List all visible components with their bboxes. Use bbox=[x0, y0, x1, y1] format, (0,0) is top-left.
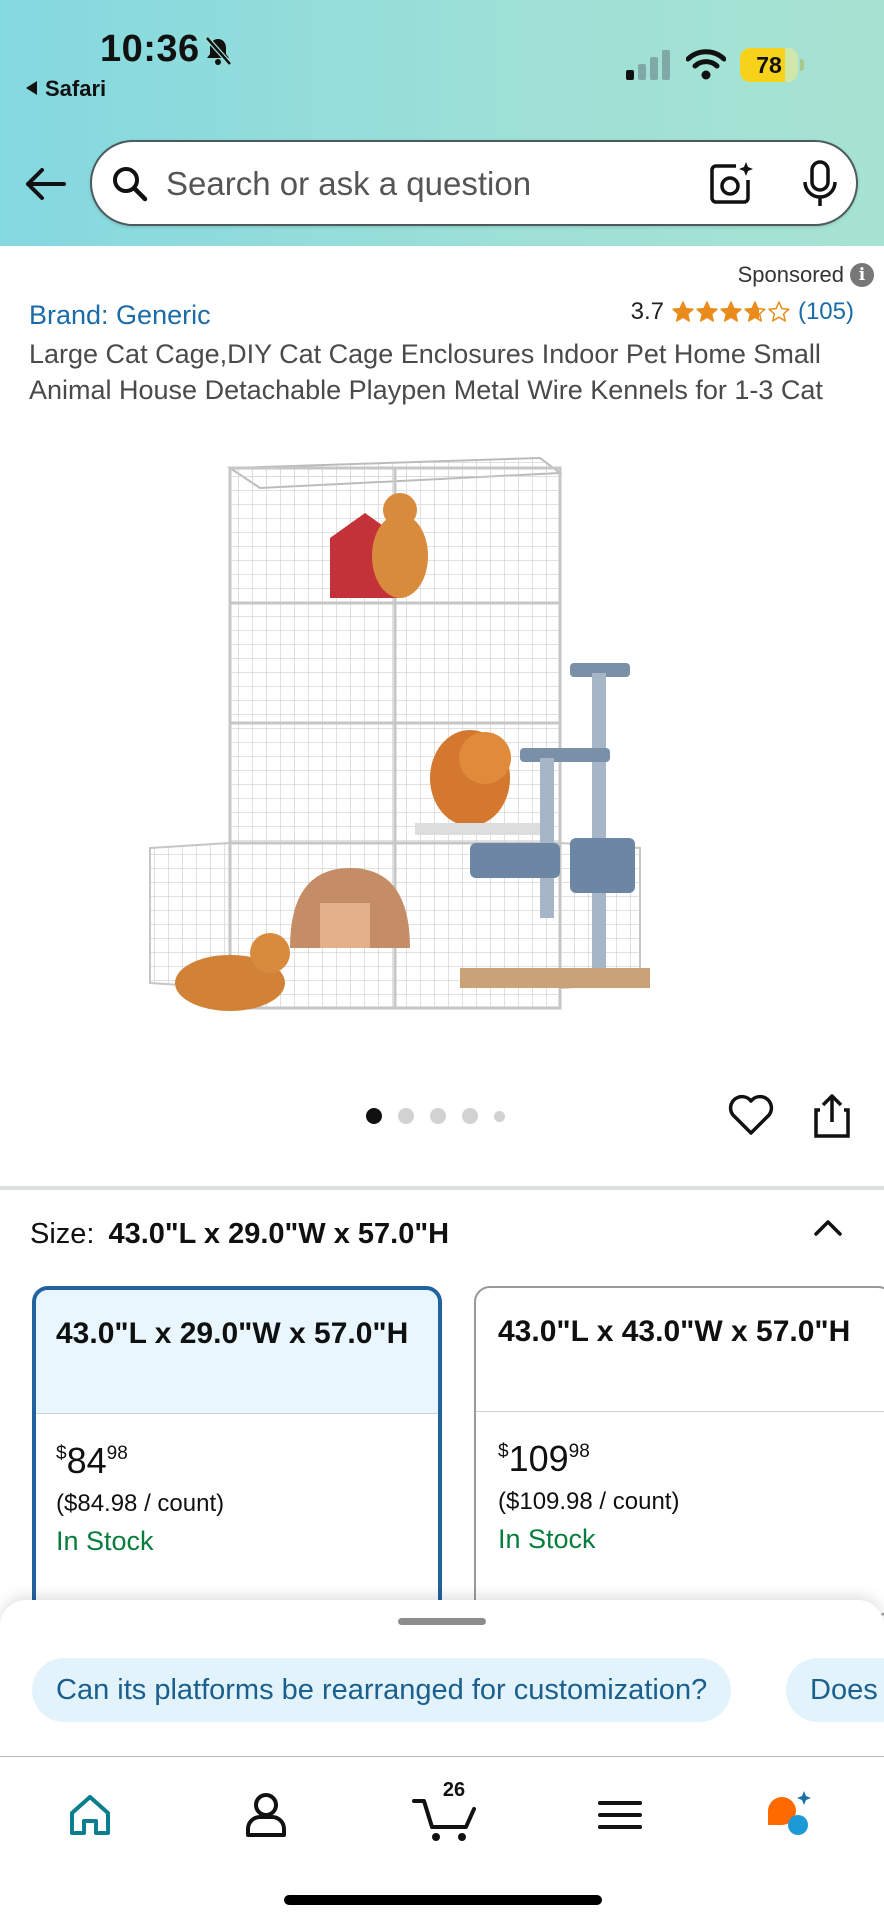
section-divider bbox=[0, 1186, 884, 1190]
size-option-name: 43.0"L x 43.0"W x 57.0"H bbox=[476, 1288, 884, 1412]
wifi-icon bbox=[686, 49, 726, 80]
rating-summary[interactable]: 3.7 (105) bbox=[631, 298, 854, 326]
bell-slash-icon bbox=[205, 36, 232, 66]
search-input[interactable] bbox=[166, 158, 666, 210]
back-app-label: Safari bbox=[45, 76, 107, 101]
back-arrow-icon[interactable] bbox=[24, 162, 68, 206]
product-image[interactable] bbox=[140, 448, 740, 1038]
search-icon bbox=[113, 167, 148, 202]
size-option-card[interactable]: 43.0"L x 43.0"W x 57.0"H $10998 ($109.98… bbox=[474, 1286, 884, 1616]
battery-indicator: 78 bbox=[740, 48, 804, 82]
menu-icon[interactable] bbox=[590, 1787, 650, 1843]
back-to-safari[interactable]: Safari bbox=[26, 76, 106, 102]
carousel-dot[interactable] bbox=[430, 1108, 446, 1124]
star-full-icon bbox=[720, 301, 742, 322]
star-full-icon bbox=[672, 301, 694, 322]
brand-link[interactable]: Brand: Generic bbox=[29, 300, 211, 331]
size-selector-header[interactable]: Size: 43.0"L x 29.0"W x 57.0"H bbox=[30, 1218, 449, 1251]
size-option-price: $8498 bbox=[56, 1440, 128, 1481]
home-indicator bbox=[284, 1895, 602, 1905]
size-label: Size: bbox=[30, 1218, 95, 1250]
carousel-dot[interactable] bbox=[398, 1108, 414, 1124]
suggestion-chip[interactable]: Does bbox=[786, 1658, 884, 1722]
cellular-signal-icon bbox=[626, 50, 670, 80]
carousel-dot[interactable] bbox=[462, 1108, 478, 1124]
home-icon[interactable] bbox=[60, 1787, 120, 1843]
ask-suggestions-sheet: Can its platforms be rearranged for cust… bbox=[0, 1600, 884, 1756]
carousel-dot[interactable] bbox=[366, 1108, 382, 1124]
size-selected-value: 43.0"L x 29.0"W x 57.0"H bbox=[108, 1218, 450, 1250]
star-rating bbox=[672, 301, 790, 323]
size-option-name: 43.0"L x 29.0"W x 57.0"H bbox=[36, 1290, 438, 1414]
star-full-icon bbox=[696, 301, 718, 322]
product-title: Large Cat Cage,DIY Cat Cage Enclosures I… bbox=[29, 339, 823, 405]
sponsored-text: Sponsored bbox=[737, 262, 844, 287]
bottom-tab-bar: 26 bbox=[0, 1756, 884, 1920]
cart-button[interactable]: 26 bbox=[410, 1779, 484, 1843]
image-carousel-dots[interactable] bbox=[366, 1108, 505, 1124]
heart-icon[interactable] bbox=[728, 1094, 774, 1136]
rating-value: 3.7 bbox=[630, 298, 664, 325]
share-icon[interactable] bbox=[812, 1092, 852, 1140]
account-icon[interactable] bbox=[236, 1787, 296, 1843]
chevron-up-icon[interactable] bbox=[810, 1214, 846, 1242]
suggestion-chip[interactable]: Can its platforms be rearranged for cust… bbox=[32, 1658, 732, 1722]
size-option-price: $10998 bbox=[498, 1438, 590, 1479]
star-half-icon bbox=[744, 301, 766, 322]
microphone-icon[interactable] bbox=[800, 160, 840, 208]
size-option-card-selected[interactable]: 43.0"L x 29.0"W x 57.0"H $8498 ($84.98 /… bbox=[32, 1286, 442, 1616]
info-icon[interactable]: i bbox=[850, 263, 874, 287]
size-option-stock: In Stock bbox=[498, 1524, 596, 1554]
size-option-unit-price: ($84.98 / count) bbox=[56, 1490, 225, 1517]
size-option-stock: In Stock bbox=[56, 1526, 154, 1556]
cart-count: 26 bbox=[442, 1779, 466, 1801]
app-header: 10:36 Safari 78 bbox=[0, 0, 884, 246]
sponsored-label[interactable]: Sponsored i bbox=[738, 262, 874, 288]
sheet-drag-handle[interactable] bbox=[398, 1618, 486, 1625]
battery-percent: 78 bbox=[756, 52, 782, 78]
back-arrow-icon bbox=[26, 81, 37, 95]
rufus-assistant-icon[interactable] bbox=[760, 1787, 820, 1843]
size-option-unit-price: ($109.98 / count) bbox=[498, 1488, 680, 1515]
carousel-dot[interactable] bbox=[494, 1110, 505, 1122]
status-time: 10:36 bbox=[100, 28, 200, 70]
star-empty-icon bbox=[768, 301, 790, 322]
rating-count[interactable]: (105) bbox=[798, 298, 854, 326]
search-bar[interactable] bbox=[90, 140, 858, 226]
camera-lens-icon[interactable] bbox=[706, 160, 754, 208]
